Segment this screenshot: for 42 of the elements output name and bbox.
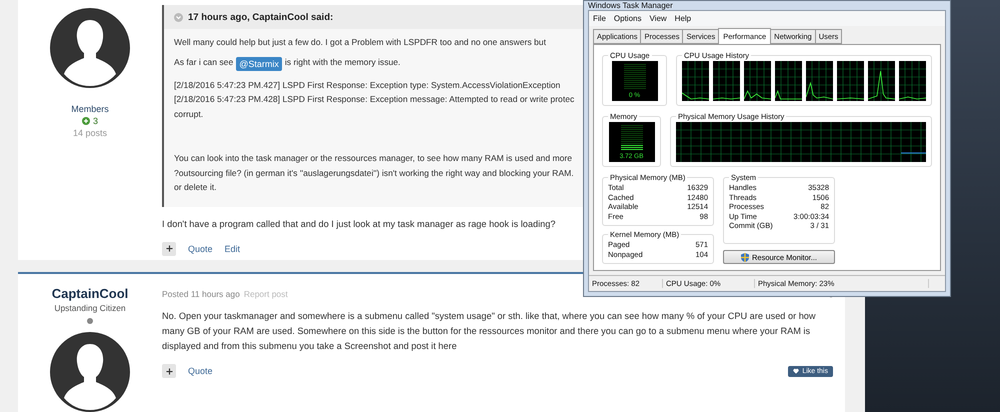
post-count: 14 posts [72,128,108,138]
user-mention-link[interactable]: @Starmix [236,56,282,70]
log-line: [2/18/2016 5:47:23 PM.428] LSPD First Response: Exception message: Attempted to read or write protec [174,93,574,106]
cpu-history-graph [868,61,895,101]
quote-text: or delete it. [174,181,217,194]
post-date: Posted 11 hours ago [162,289,240,299]
log-line: [2/18/2016 5:47:23 PM.427] LSPD First Response: Exception type: System.AccessViolationException [174,78,560,92]
cpu-history-graph [682,61,709,101]
member-group: Members [71,104,109,114]
cpu-history-graph [899,61,926,101]
post-action-link[interactable]: Edit [224,244,240,254]
post-action-link[interactable]: Quote [188,244,213,254]
menu-item[interactable]: View [649,14,667,23]
cpu-history-graph [744,61,771,101]
quote-text: ?outsourcing file? (in german it's ''auslagerungsdatei'') isn't working the right way and blocking your RAM. [174,166,574,180]
author-name[interactable]: CaptainCool [52,286,128,301]
plus-icon [164,244,174,253]
menu-item[interactable]: Help [674,14,692,23]
menu-item[interactable]: Options [614,14,642,23]
reputation-value: 3 [92,116,98,126]
cpu-history-graph [837,61,864,101]
cpu-history-graph [806,61,833,101]
post-text: No. Open your taskmanager and somewhere is a submenu called "system usage" or sth. like that, where you can see how many % of your CPU are used or how many GB of your RAM are used. Somewhere on this side is the button for the ressources monitor and there you can go to a submenu menu where your RAM is displayed and from this submenu you take a Screenshot and post it here [162,310,817,353]
author-title: Upstanding Citizen [54,303,126,313]
plus-icon [164,366,174,376]
heart-icon [793,368,800,374]
quote-text: Well many could help but just a few do. I got a Problem with LSPDFR too and no one answers but [174,36,546,49]
quote-text: As far i can see [174,56,234,68]
quote-text: is right with the memory issue. [284,56,400,68]
quote-header: 17 hours ago, CaptainCool said: [188,12,334,22]
window-title: Windows Task Manager [588,1,673,10]
shield-icon [740,252,749,262]
cpu-history-graph [775,61,802,101]
post-text: I don't have a program called that and do I just look at my task manager as rage hook is loading? [162,218,556,231]
add-button[interactable] [162,242,176,256]
log-line: corrupt. [174,108,204,121]
menu-item[interactable]: File [593,14,606,23]
add-button[interactable] [162,364,176,378]
quote-text: You can look into the task manager or the ressources manager, to see how many RAM is used and more [174,152,572,165]
post-action-link[interactable]: Quote [188,366,213,376]
cpu-history-graph [713,61,740,101]
plus-circle-icon [82,117,90,125]
